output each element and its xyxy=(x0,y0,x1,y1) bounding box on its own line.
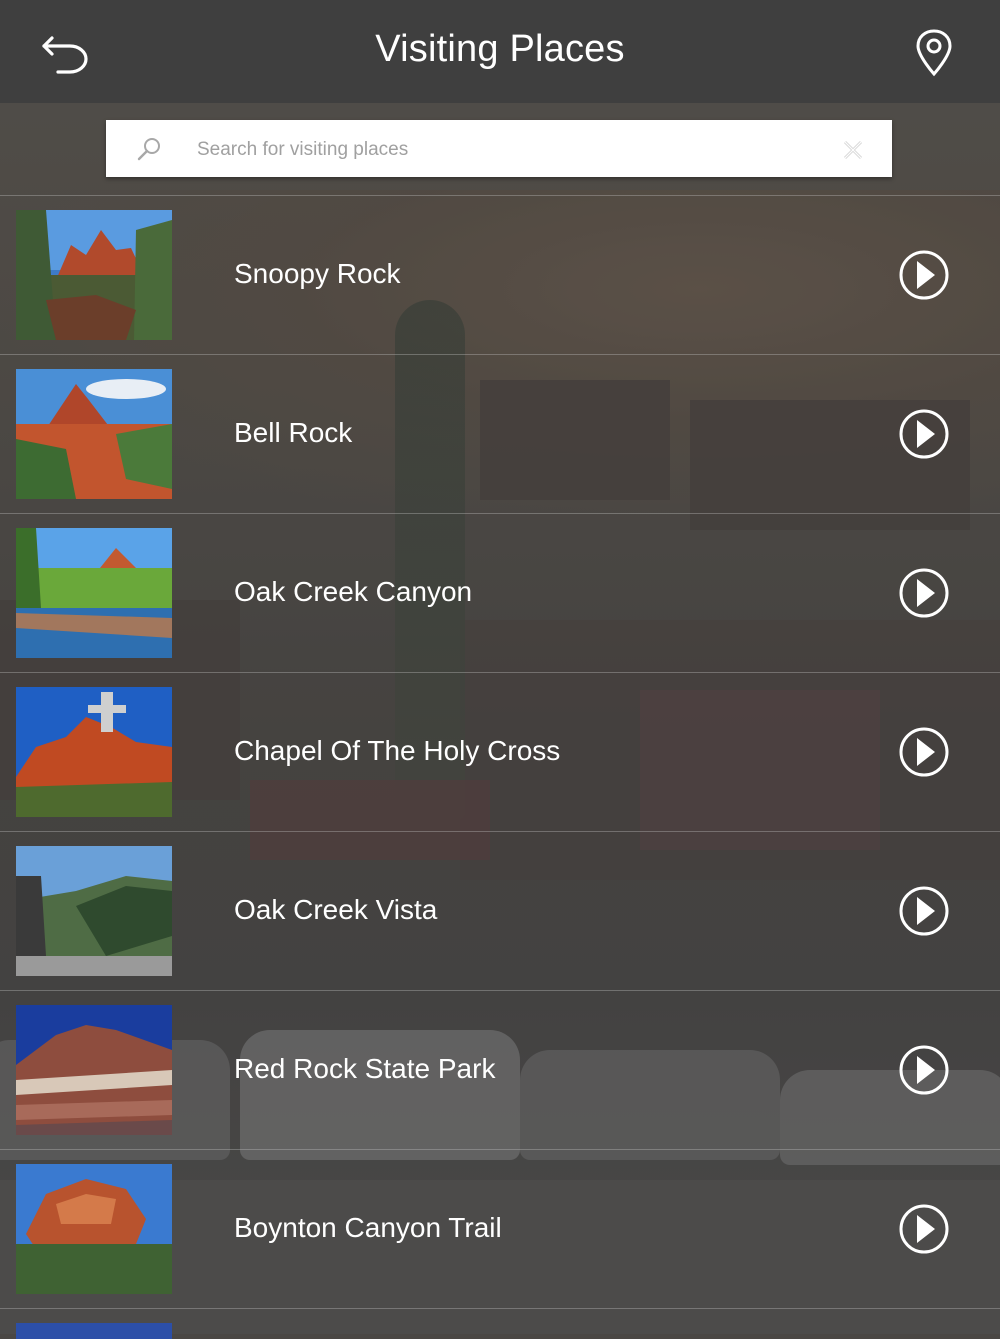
nav-bar: Visiting Places xyxy=(0,0,1000,103)
place-name: Bell Rock xyxy=(234,417,353,448)
place-thumbnail xyxy=(16,1164,172,1294)
clear-x-icon[interactable] xyxy=(842,139,864,161)
place-name: Snoopy Rock xyxy=(234,258,401,289)
location-pin-icon xyxy=(916,29,952,77)
list-item[interactable]: Red Rock State Park xyxy=(0,990,1000,1149)
list-item-partial[interactable] xyxy=(0,1308,1000,1339)
list-item[interactable]: Oak Creek Vista xyxy=(0,831,1000,990)
place-thumbnail xyxy=(16,846,172,976)
list-item[interactable]: Bell Rock xyxy=(0,354,1000,513)
chevron-right-circle-icon[interactable] xyxy=(898,726,950,778)
search-bar xyxy=(106,120,892,177)
page-title: Visiting Places xyxy=(375,28,625,70)
place-name: Boynton Canyon Trail xyxy=(234,1212,502,1243)
map-button[interactable] xyxy=(912,28,956,78)
magnifier-icon xyxy=(137,138,160,161)
chevron-right-circle-icon[interactable] xyxy=(898,885,950,937)
place-thumbnail xyxy=(16,687,172,817)
list-item[interactable]: Boynton Canyon Trail xyxy=(0,1149,1000,1308)
place-name: Red Rock State Park xyxy=(234,1053,496,1084)
chevron-right-circle-icon[interactable] xyxy=(898,1203,950,1255)
places-list: Snoopy Rock Bell Rock Oak Creek Canyon C… xyxy=(0,195,1000,1339)
place-thumbnail xyxy=(16,528,172,658)
place-thumbnail xyxy=(16,210,172,340)
place-thumbnail xyxy=(16,1005,172,1135)
chevron-right-circle-icon[interactable] xyxy=(898,1044,950,1096)
place-name: Chapel Of The Holy Cross xyxy=(234,735,561,766)
list-item[interactable]: Chapel Of The Holy Cross xyxy=(0,672,1000,831)
chevron-right-circle-icon[interactable] xyxy=(898,408,950,460)
place-thumbnail xyxy=(16,369,172,499)
place-thumbnail xyxy=(16,1323,172,1339)
list-item[interactable]: Snoopy Rock xyxy=(0,195,1000,354)
search-input[interactable] xyxy=(195,130,809,170)
chevron-right-circle-icon[interactable] xyxy=(898,567,950,619)
list-item[interactable]: Oak Creek Canyon xyxy=(0,513,1000,672)
chevron-right-circle-icon[interactable] xyxy=(898,249,950,301)
place-name: Oak Creek Vista xyxy=(234,894,438,925)
place-name: Oak Creek Canyon xyxy=(234,576,473,607)
